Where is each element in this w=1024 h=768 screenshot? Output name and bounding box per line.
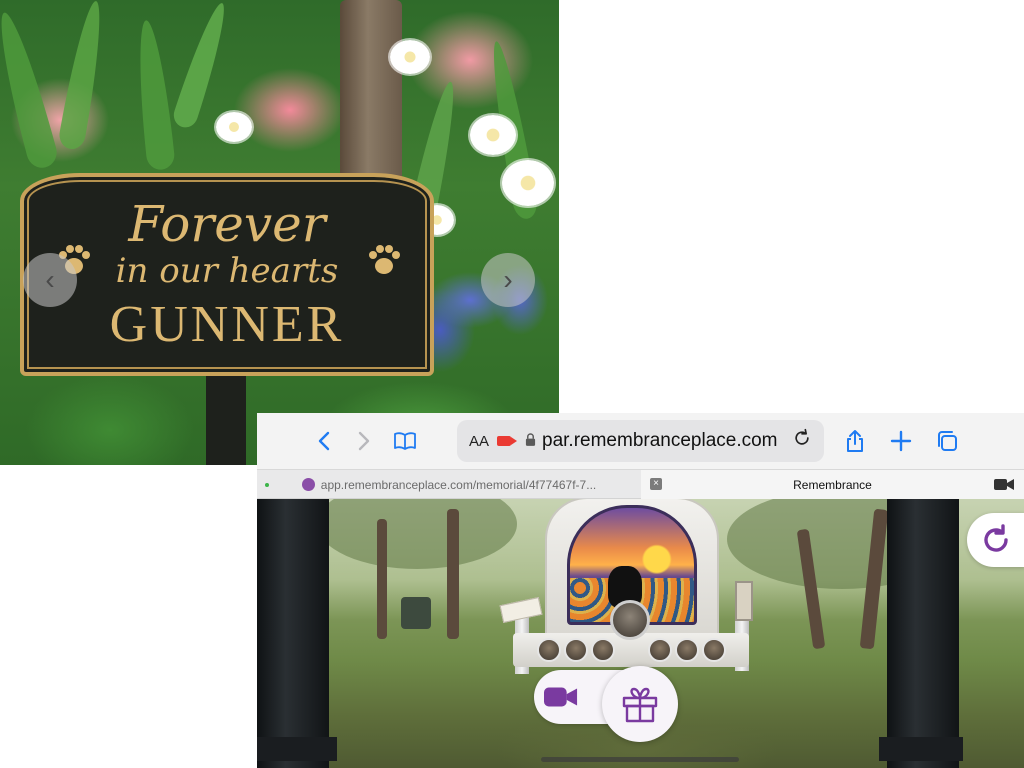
video-button[interactable]: [543, 681, 579, 713]
carousel-prev-button[interactable]: ‹: [23, 253, 77, 307]
forward-button[interactable]: [347, 425, 379, 457]
refresh-button[interactable]: [967, 513, 1024, 567]
memory-photo-thumbnail[interactable]: [648, 638, 672, 662]
memorial-scene: [257, 499, 1024, 768]
tab-remembrance[interactable]: Remembrance: [641, 470, 1024, 499]
memorial-lantern[interactable]: [735, 581, 753, 621]
forward-icon: [358, 431, 370, 451]
tabs-overview-icon: [938, 431, 957, 451]
tree-trunk: [447, 509, 459, 639]
gazebo-post-base: [257, 737, 337, 761]
memory-photo-thumbnail[interactable]: [564, 638, 588, 662]
tree-trunk: [340, 0, 402, 200]
bookmarks-icon: [394, 432, 416, 450]
leaf: [170, 0, 234, 131]
share-button[interactable]: [839, 425, 871, 457]
tab-bar: app.remembranceplace.com/memorial/4f7746…: [257, 469, 1024, 499]
leaf: [57, 0, 109, 152]
gift-button[interactable]: [602, 666, 678, 742]
guestbook[interactable]: [499, 597, 543, 623]
back-icon: [318, 431, 330, 451]
close-tab-icon[interactable]: ×: [650, 478, 662, 490]
new-tab-icon: [890, 430, 912, 452]
address-bar[interactable]: AA par.remembranceplace.com: [457, 420, 824, 462]
lock-icon: [525, 433, 536, 449]
browser-toolbar: AA par.remembranceplace.com: [257, 413, 1024, 469]
refresh-icon: [984, 524, 1008, 552]
chevron-left-icon: ‹: [45, 264, 55, 295]
memorial-plaque: Forever in our hearts GUNNER: [20, 173, 434, 376]
tree-trunk: [377, 519, 387, 639]
bookmarks-button[interactable]: [389, 425, 421, 457]
daffodil-flower: [390, 40, 430, 74]
paw-print-icon: [364, 239, 404, 279]
video-camera-icon: [544, 687, 578, 707]
stone-marker: [401, 597, 431, 629]
browser-window: AA par.remembranceplace.com app.remembra…: [257, 413, 1024, 768]
tab-label: Remembrance: [793, 477, 872, 492]
leaf: [132, 18, 176, 172]
memory-photo-thumbnail[interactable]: [675, 638, 699, 662]
gazebo-post-base: [879, 737, 963, 761]
home-indicator: [541, 757, 739, 762]
daffodil-flower: [470, 115, 516, 155]
tree-canopy: [317, 499, 517, 569]
leaf: [0, 8, 61, 172]
favicon-icon: [301, 478, 315, 491]
url-text: par.remembranceplace.com: [542, 430, 778, 451]
tab-memorial[interactable]: app.remembranceplace.com/memorial/4f7746…: [257, 470, 641, 499]
gazebo-post-left: [257, 499, 329, 768]
plaque-pet-name: GUNNER: [109, 296, 345, 353]
reload-icon[interactable]: [792, 428, 812, 454]
back-button[interactable]: [309, 425, 341, 457]
camera-recording-icon: [497, 436, 518, 446]
pet-portrait-photo[interactable]: [610, 600, 650, 640]
screen: Forever in our hearts GUNNER ‹ › AA par.…: [0, 0, 1024, 768]
memory-photo-thumbnail[interactable]: [537, 638, 561, 662]
chevron-right-icon: ›: [503, 264, 513, 295]
plaque-photo: Forever in our hearts GUNNER ‹ ›: [0, 0, 559, 465]
share-icon: [847, 430, 863, 452]
daffodil-flower: [502, 160, 554, 206]
new-tab-button[interactable]: [885, 425, 917, 457]
audio-indicator-dot: [265, 483, 269, 487]
tab-label: app.remembranceplace.com/memorial/4f7746…: [320, 477, 597, 492]
gift-icon: [622, 687, 658, 723]
memory-photo-thumbnail[interactable]: [591, 638, 615, 662]
gazebo-post-right: [887, 499, 959, 768]
memory-photo-thumbnail[interactable]: [702, 638, 726, 662]
tabs-overview-button[interactable]: [931, 425, 963, 457]
daffodil-flower: [216, 112, 252, 142]
camera-in-use-icon: [994, 479, 1014, 490]
carousel-next-button[interactable]: ›: [481, 253, 535, 307]
text-size-button[interactable]: AA: [469, 433, 489, 450]
plaque-stake: [206, 376, 246, 465]
